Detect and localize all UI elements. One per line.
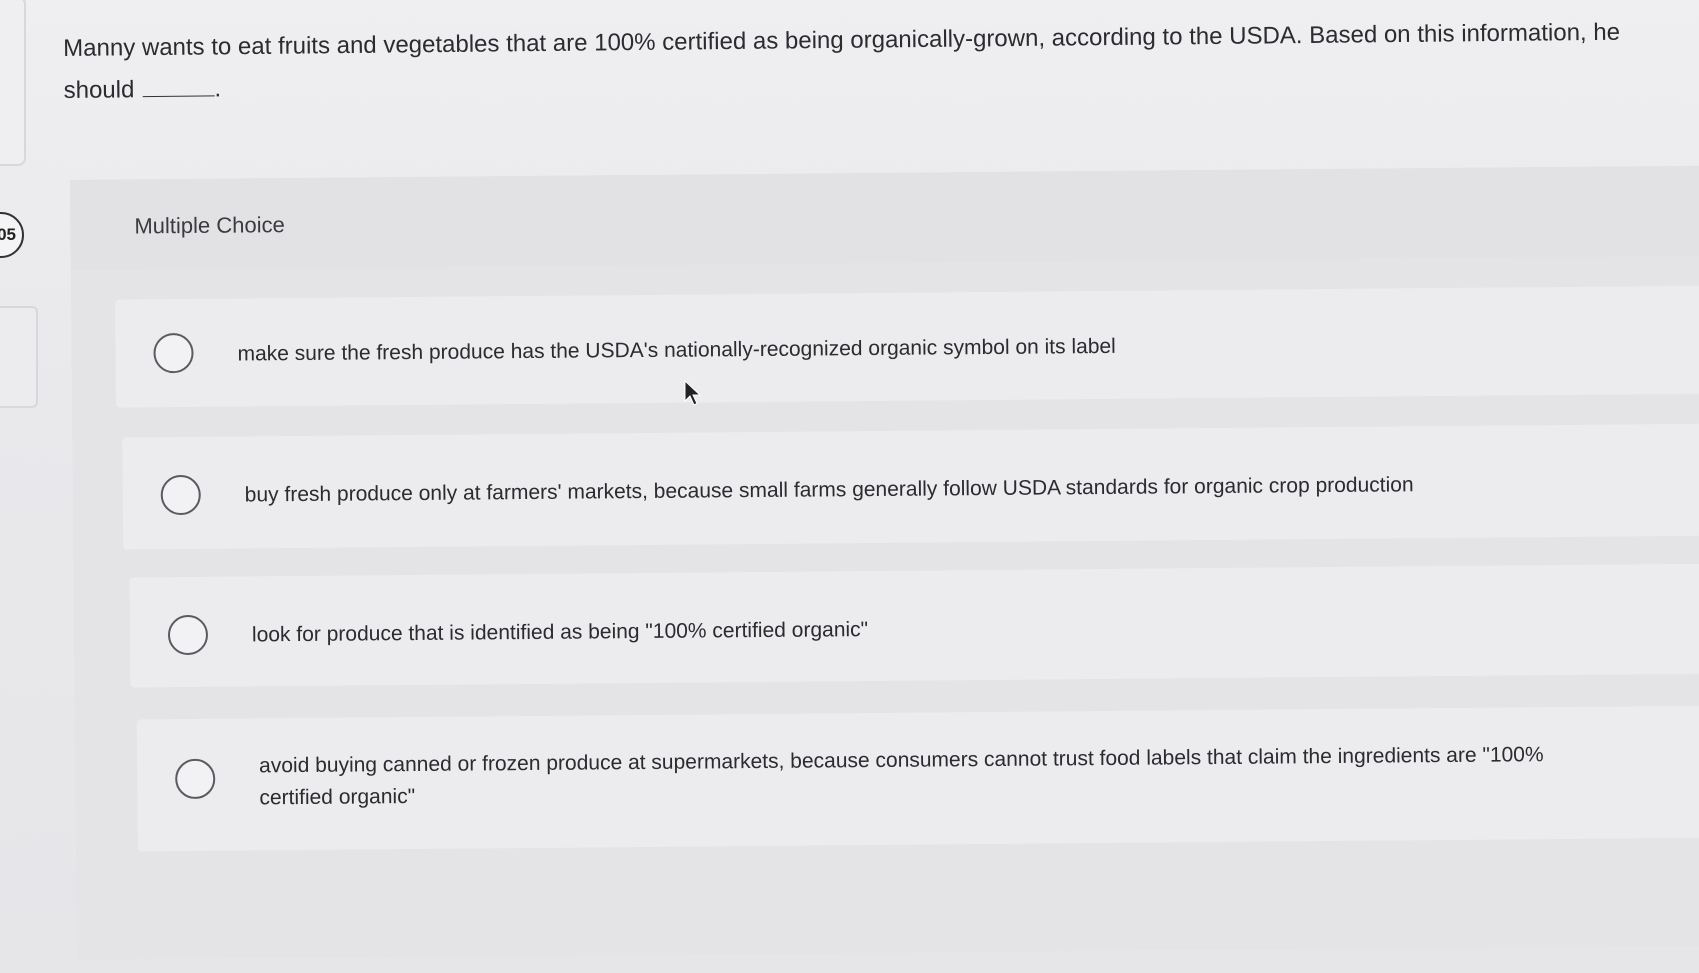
question-prompt: Manny wants to eat fruits and vegetables…	[63, 11, 1684, 112]
choice-option-1[interactable]: make sure the fresh produce has the USDA…	[115, 285, 1699, 408]
radio-circle-icon[interactable]	[160, 474, 201, 516]
mouse-pointer-icon	[684, 380, 702, 406]
choice-option-label: avoid buying canned or frozen produce at…	[259, 743, 1544, 810]
multiple-choice-header: Multiple Choice	[70, 165, 1699, 270]
choice-option-2[interactable]: buy fresh produce only at farmers' marke…	[122, 423, 1699, 550]
multiple-choice-panel: Multiple Choice make sure the fresh prod…	[70, 165, 1699, 960]
left-edge-tab	[0, 0, 26, 166]
choice-option-label: buy fresh produce only at farmers' marke…	[244, 473, 1414, 507]
question-blank-suffix: .	[214, 75, 222, 103]
choice-option-3[interactable]: look for produce that is identified as b…	[129, 563, 1699, 688]
choice-option-label: make sure the fresh produce has the USDA…	[237, 334, 1116, 366]
answer-blank	[142, 77, 215, 98]
radio-circle-icon[interactable]	[167, 614, 209, 656]
left-edge-tab-secondary	[0, 306, 38, 408]
question-text: Manny wants to eat fruits and vegetables…	[63, 18, 1621, 104]
radio-circle-icon[interactable]	[175, 758, 216, 800]
multiple-choice-label: Multiple Choice	[134, 212, 285, 239]
choice-option-4[interactable]: avoid buying canned or frozen produce at…	[136, 705, 1699, 852]
choice-option-label: look for produce that is identified as b…	[251, 618, 869, 647]
question-number: 05	[0, 225, 16, 244]
radio-circle-icon[interactable]	[153, 332, 194, 374]
question-number-badge[interactable]: 05	[0, 212, 24, 258]
